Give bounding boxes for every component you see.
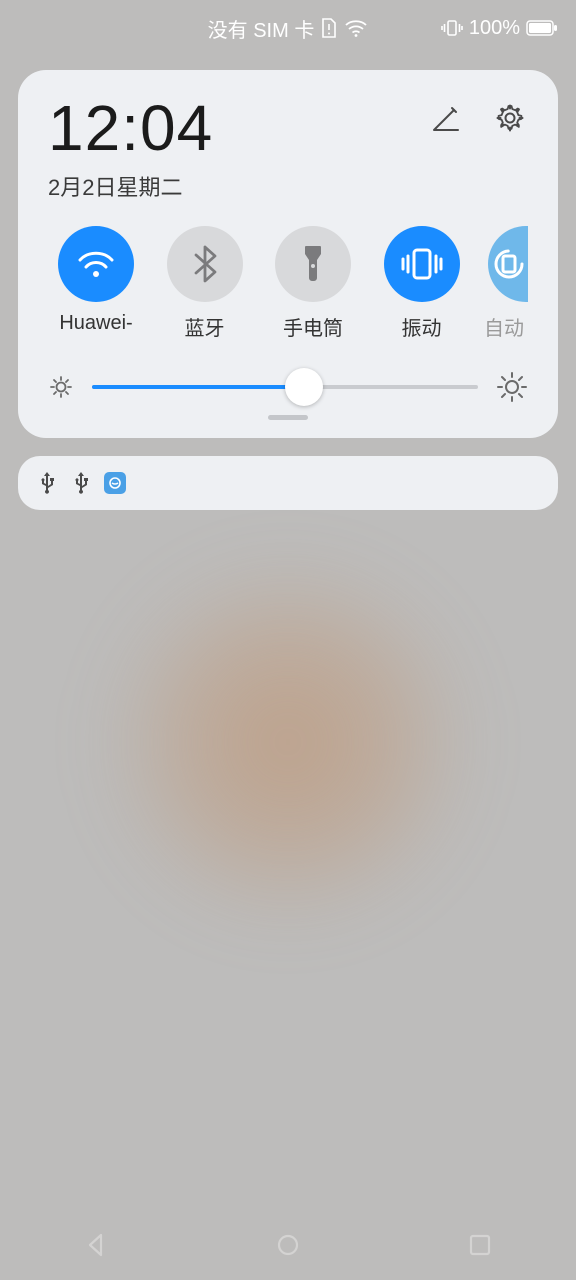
navigation-bar <box>0 1210 576 1280</box>
usb-icon <box>36 472 58 494</box>
toggle-flashlight[interactable]: 手电筒 <box>265 226 361 341</box>
wifi-icon <box>344 18 368 38</box>
toggle-label: 蓝牙 <box>185 312 225 341</box>
clock-time: 12:04 <box>48 96 428 160</box>
battery-percent: 100% <box>469 17 520 40</box>
brightness-slider[interactable] <box>92 369 478 405</box>
clock-date: 2月2日星期二 <box>48 170 428 202</box>
wifi-icon <box>58 226 134 302</box>
slider-fill <box>92 385 304 389</box>
quick-toggles-row: Huawei- 蓝牙 手电筒 <box>48 226 528 341</box>
toggle-bluetooth[interactable]: 蓝牙 <box>157 226 253 341</box>
toggle-vibrate[interactable]: 振动 <box>374 226 470 341</box>
toggle-label: 自动 <box>484 312 524 341</box>
brightness-high-icon <box>496 371 528 403</box>
slider-thumb[interactable] <box>285 368 323 406</box>
sim-alert-icon <box>320 17 338 39</box>
background-blur <box>98 552 478 932</box>
usb-icon <box>70 472 92 494</box>
toggle-label: 振动 <box>402 312 442 341</box>
settings-button[interactable] <box>492 100 528 136</box>
edit-button[interactable] <box>428 100 464 136</box>
toggle-autorotate[interactable]: 自动 <box>482 226 528 341</box>
toggle-label: 手电筒 <box>283 312 343 341</box>
battery-icon <box>526 20 558 36</box>
notification-strip[interactable] <box>18 456 558 510</box>
quick-settings-panel: 12:04 2月2日星期二 <box>18 70 558 438</box>
flashlight-icon <box>275 226 351 302</box>
status-bar: 没有 SIM 卡 100% <box>0 0 576 56</box>
toggle-label: Huawei- <box>59 312 132 335</box>
vibrate-icon <box>384 226 460 302</box>
clock-block: 12:04 2月2日星期二 <box>48 96 428 202</box>
no-sim-text: 没有 SIM 卡 <box>208 14 315 43</box>
panel-header: 12:04 2月2日星期二 <box>48 96 528 202</box>
nav-recent-button[interactable] <box>460 1225 500 1265</box>
brightness-low-icon <box>48 374 74 400</box>
vibrate-status-icon <box>441 18 463 38</box>
status-right: 100% <box>441 17 558 40</box>
nav-home-button[interactable] <box>268 1225 308 1265</box>
toggle-wifi[interactable]: Huawei- <box>48 226 144 341</box>
autorotate-icon <box>488 226 528 302</box>
app-notification-icon <box>104 472 126 494</box>
brightness-row <box>48 369 528 405</box>
nav-back-button[interactable] <box>76 1225 116 1265</box>
bluetooth-icon <box>167 226 243 302</box>
panel-drag-handle[interactable] <box>268 415 308 420</box>
